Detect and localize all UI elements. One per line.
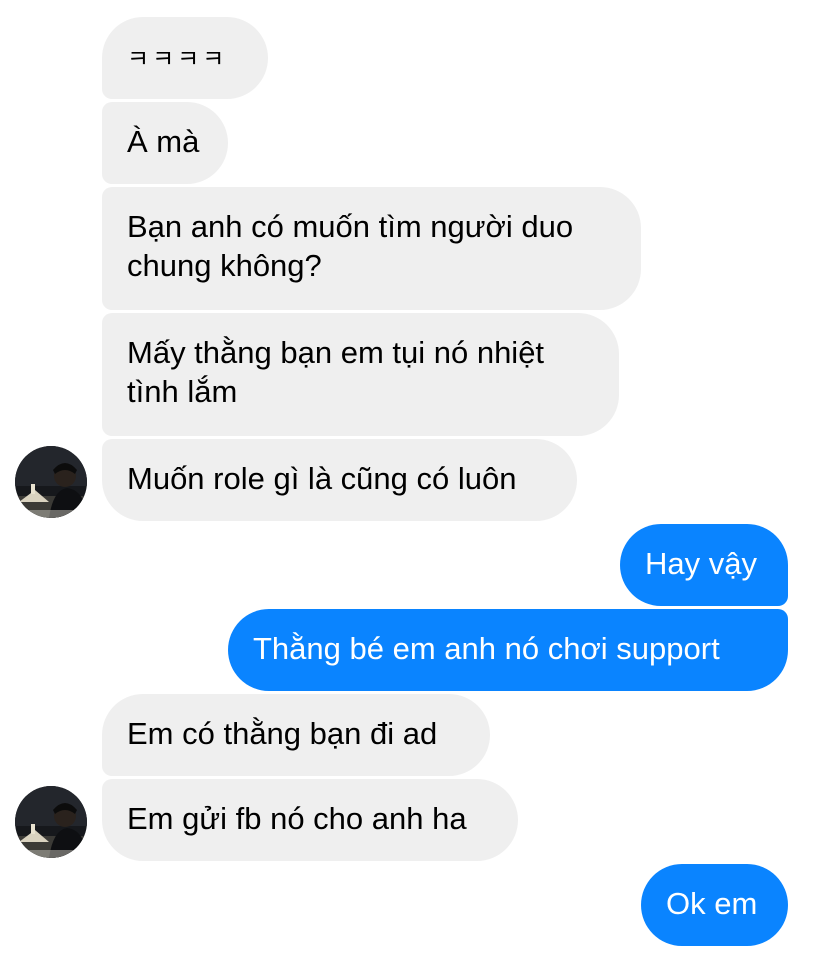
incoming-message-bubble[interactable]: Mấy thằng bạn em tụi nó nhiệt tình lắm xyxy=(102,313,619,436)
message-text: ㅋㅋㅋㅋ xyxy=(127,46,228,73)
avatar-photo-icon xyxy=(15,786,87,858)
incoming-message-bubble[interactable]: À mà xyxy=(102,102,228,184)
message-text-line: Mấy thằng bạn em tụi nó nhiệt xyxy=(127,335,545,370)
incoming-message-bubble[interactable]: Bạn anh có muốn tìm người duo chung khôn… xyxy=(102,187,641,310)
message-text-line: Bạn anh có muốn tìm người duo xyxy=(127,209,574,244)
message-text: Em gửi fb nó cho anh ha xyxy=(127,801,467,836)
message-text-line: chung không? xyxy=(127,248,322,283)
message-text: À mà xyxy=(127,124,200,159)
contact-avatar[interactable] xyxy=(15,786,87,858)
message-thread: ㅋㅋㅋㅋ À mà Bạn anh có muốn tìm người duo … xyxy=(0,0,828,972)
message-text: Thằng bé em anh nó chơi support xyxy=(253,631,720,666)
message-text: Muốn role gì là cũng có luôn xyxy=(127,461,517,496)
contact-avatar[interactable] xyxy=(15,446,87,518)
incoming-message-bubble[interactable]: Muốn role gì là cũng có luôn xyxy=(102,439,577,521)
message-text: Em có thằng bạn đi ad xyxy=(127,716,438,751)
outgoing-message-bubble[interactable]: Thằng bé em anh nó chơi support xyxy=(228,609,788,691)
incoming-message-bubble[interactable]: Em gửi fb nó cho anh ha xyxy=(102,779,518,861)
message-text: Hay vậy xyxy=(645,546,757,581)
message-text-line: tình lắm xyxy=(127,374,238,409)
outgoing-message-bubble[interactable]: Ok em xyxy=(641,864,788,946)
message-text: Ok em xyxy=(666,886,758,921)
outgoing-message-bubble[interactable]: Hay vậy xyxy=(620,524,788,606)
avatar-photo-icon xyxy=(15,446,87,518)
incoming-message-bubble[interactable]: ㅋㅋㅋㅋ xyxy=(102,17,268,99)
incoming-message-bubble[interactable]: Em có thằng bạn đi ad xyxy=(102,694,490,776)
